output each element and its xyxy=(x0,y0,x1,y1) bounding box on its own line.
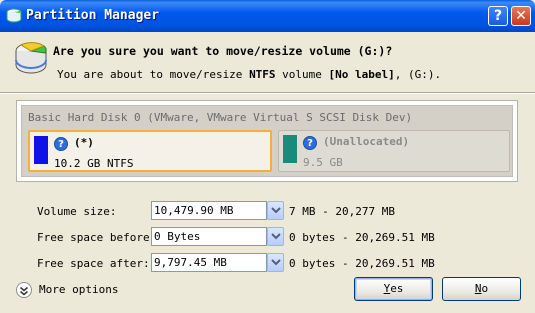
partition-size: 10.2 GB NTFS xyxy=(54,157,134,170)
partition-selected[interactable]: ? (*) 10.2 GB NTFS xyxy=(28,130,272,172)
free-space-before-label: Free space before: xyxy=(37,231,157,244)
app-icon xyxy=(6,8,22,23)
volume-size-input[interactable] xyxy=(152,202,264,219)
free-space-after-input[interactable] xyxy=(152,254,264,271)
disk-map: Basic Hard Disk 0 (VMware, VMware Virtua… xyxy=(21,105,513,177)
partition-manager-dialog: Partition Manager ? ✕ Are you sure you w… xyxy=(0,0,535,313)
filesystem-type: NTFS xyxy=(249,68,276,81)
help-button[interactable]: ? xyxy=(488,6,508,26)
free-space-before-input[interactable] xyxy=(152,228,264,245)
separator xyxy=(0,92,535,94)
double-chevron-down-icon xyxy=(20,286,28,296)
free-space-after-range: 0 bytes - 20,269.51 MB xyxy=(289,257,435,270)
disk-title: Basic Hard Disk 0 (VMware, VMware Virtua… xyxy=(28,111,413,124)
no-button[interactable]: No xyxy=(442,277,521,301)
volume-size-range: 7 MB - 20,277 MB xyxy=(289,205,395,218)
partition-size: 9.5 GB xyxy=(303,156,343,169)
partition-label: (Unallocated) xyxy=(323,135,410,148)
more-options-label[interactable]: More options xyxy=(39,283,118,296)
disk-icon xyxy=(15,42,47,74)
partition-color-swatch xyxy=(34,136,48,164)
yes-button[interactable]: Yes xyxy=(354,277,433,301)
free-space-before-dropdown[interactable] xyxy=(267,227,284,246)
confirm-detail: You are about to move/resize NTFS volume… xyxy=(57,68,442,81)
partition-unallocated[interactable]: ? (Unallocated) 9.5 GB xyxy=(278,130,510,172)
chevron-down-icon xyxy=(271,233,281,240)
volume-size-dropdown[interactable] xyxy=(267,201,284,220)
close-button[interactable]: ✕ xyxy=(511,6,531,26)
free-space-after-label: Free space after: xyxy=(37,257,150,270)
free-space-after-field[interactable] xyxy=(151,253,267,272)
confirm-question: Are you sure you want to move/resize vol… xyxy=(53,44,393,58)
chevron-down-icon xyxy=(271,207,281,214)
volume-label: [No label] xyxy=(328,68,395,81)
title-bar[interactable]: Partition Manager ? ✕ xyxy=(0,0,535,32)
partition-label: (*) xyxy=(74,136,94,149)
help-icon: ? xyxy=(303,136,317,150)
window-title: Partition Manager xyxy=(26,8,160,23)
volume-size-label: Volume size: xyxy=(37,205,117,218)
help-icon: ? xyxy=(54,137,68,151)
free-space-before-field[interactable] xyxy=(151,227,267,246)
disk-map-panel: Basic Hard Disk 0 (VMware, VMware Virtua… xyxy=(16,100,518,182)
chevron-down-icon xyxy=(271,259,281,266)
free-space-before-range: 0 bytes - 20,269.51 MB xyxy=(289,231,435,244)
partition-color-swatch xyxy=(283,135,297,163)
more-options-toggle[interactable] xyxy=(16,282,32,298)
free-space-after-dropdown[interactable] xyxy=(267,253,284,272)
volume-size-field[interactable] xyxy=(151,201,267,220)
